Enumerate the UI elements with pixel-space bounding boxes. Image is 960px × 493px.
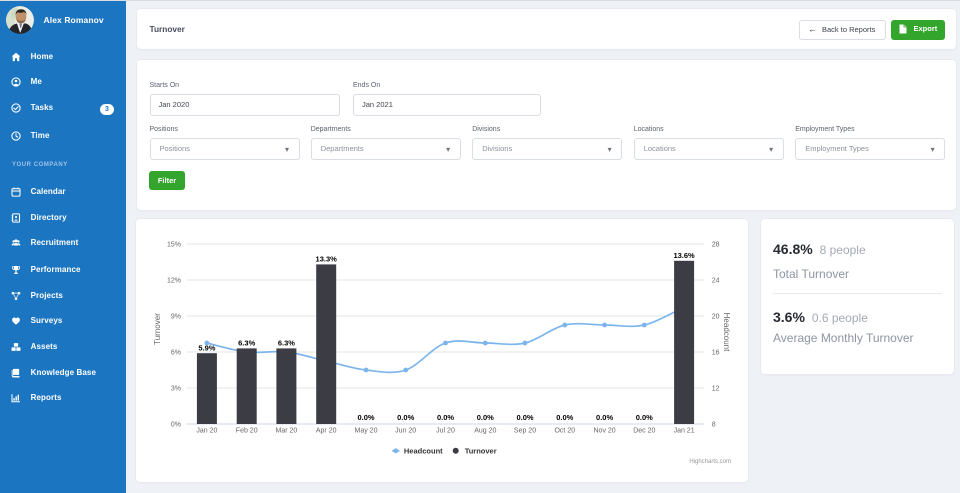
svg-text:0.0%: 0.0% <box>636 413 653 422</box>
svg-text:Jan 20: Jan 20 <box>196 428 217 435</box>
svg-text:Sep 20: Sep 20 <box>514 428 536 435</box>
svg-text:24: 24 <box>712 278 720 285</box>
svg-text:0.0%: 0.0% <box>556 413 573 422</box>
svg-text:Aug 20: Aug 20 <box>474 428 496 435</box>
svg-text:Turnover: Turnover <box>465 447 497 456</box>
svg-text:28: 28 <box>712 242 720 249</box>
svg-text:0%: 0% <box>171 422 181 429</box>
svg-text:13.6%: 13.6% <box>673 251 695 260</box>
svg-text:Headcount: Headcount <box>404 447 443 456</box>
svg-text:Jun 20: Jun 20 <box>395 428 416 435</box>
svg-text:6.3%: 6.3% <box>278 339 295 348</box>
svg-text:12: 12 <box>712 386 720 393</box>
svg-text:0.0%: 0.0% <box>477 413 494 422</box>
svg-text:20: 20 <box>712 314 720 321</box>
svg-text:Mar 20: Mar 20 <box>276 428 298 435</box>
svg-text:Nov 20: Nov 20 <box>594 428 616 435</box>
svg-text:0.0%: 0.0% <box>357 413 374 422</box>
svg-text:9%: 9% <box>171 314 181 321</box>
svg-text:12%: 12% <box>167 278 181 285</box>
svg-text:0.0%: 0.0% <box>397 413 414 422</box>
svg-text:6%: 6% <box>171 350 181 357</box>
svg-text:Highcharts.com: Highcharts.com <box>689 459 731 465</box>
svg-text:0.0%: 0.0% <box>596 413 613 422</box>
svg-text:Apr 20: Apr 20 <box>316 428 337 435</box>
svg-text:Feb 20: Feb 20 <box>236 428 258 435</box>
svg-text:May 20: May 20 <box>355 428 378 435</box>
svg-text:15%: 15% <box>167 242 181 249</box>
svg-text:5.9%: 5.9% <box>198 343 215 352</box>
svg-text:3%: 3% <box>171 386 181 393</box>
svg-text:Dec 20: Dec 20 <box>633 428 655 435</box>
svg-text:0.0%: 0.0% <box>516 413 533 422</box>
svg-text:Jul 20: Jul 20 <box>436 428 455 435</box>
svg-text:16: 16 <box>712 350 720 357</box>
svg-text:6.3%: 6.3% <box>238 339 255 348</box>
svg-text:8: 8 <box>712 422 716 429</box>
svg-text:Turnover: Turnover <box>153 313 162 345</box>
svg-text:13.3%: 13.3% <box>316 255 338 264</box>
svg-text:0.0%: 0.0% <box>437 413 454 422</box>
svg-text:Headcount: Headcount <box>722 313 731 352</box>
svg-text:Jan 21: Jan 21 <box>674 428 695 435</box>
svg-text:Oct 20: Oct 20 <box>554 428 575 435</box>
